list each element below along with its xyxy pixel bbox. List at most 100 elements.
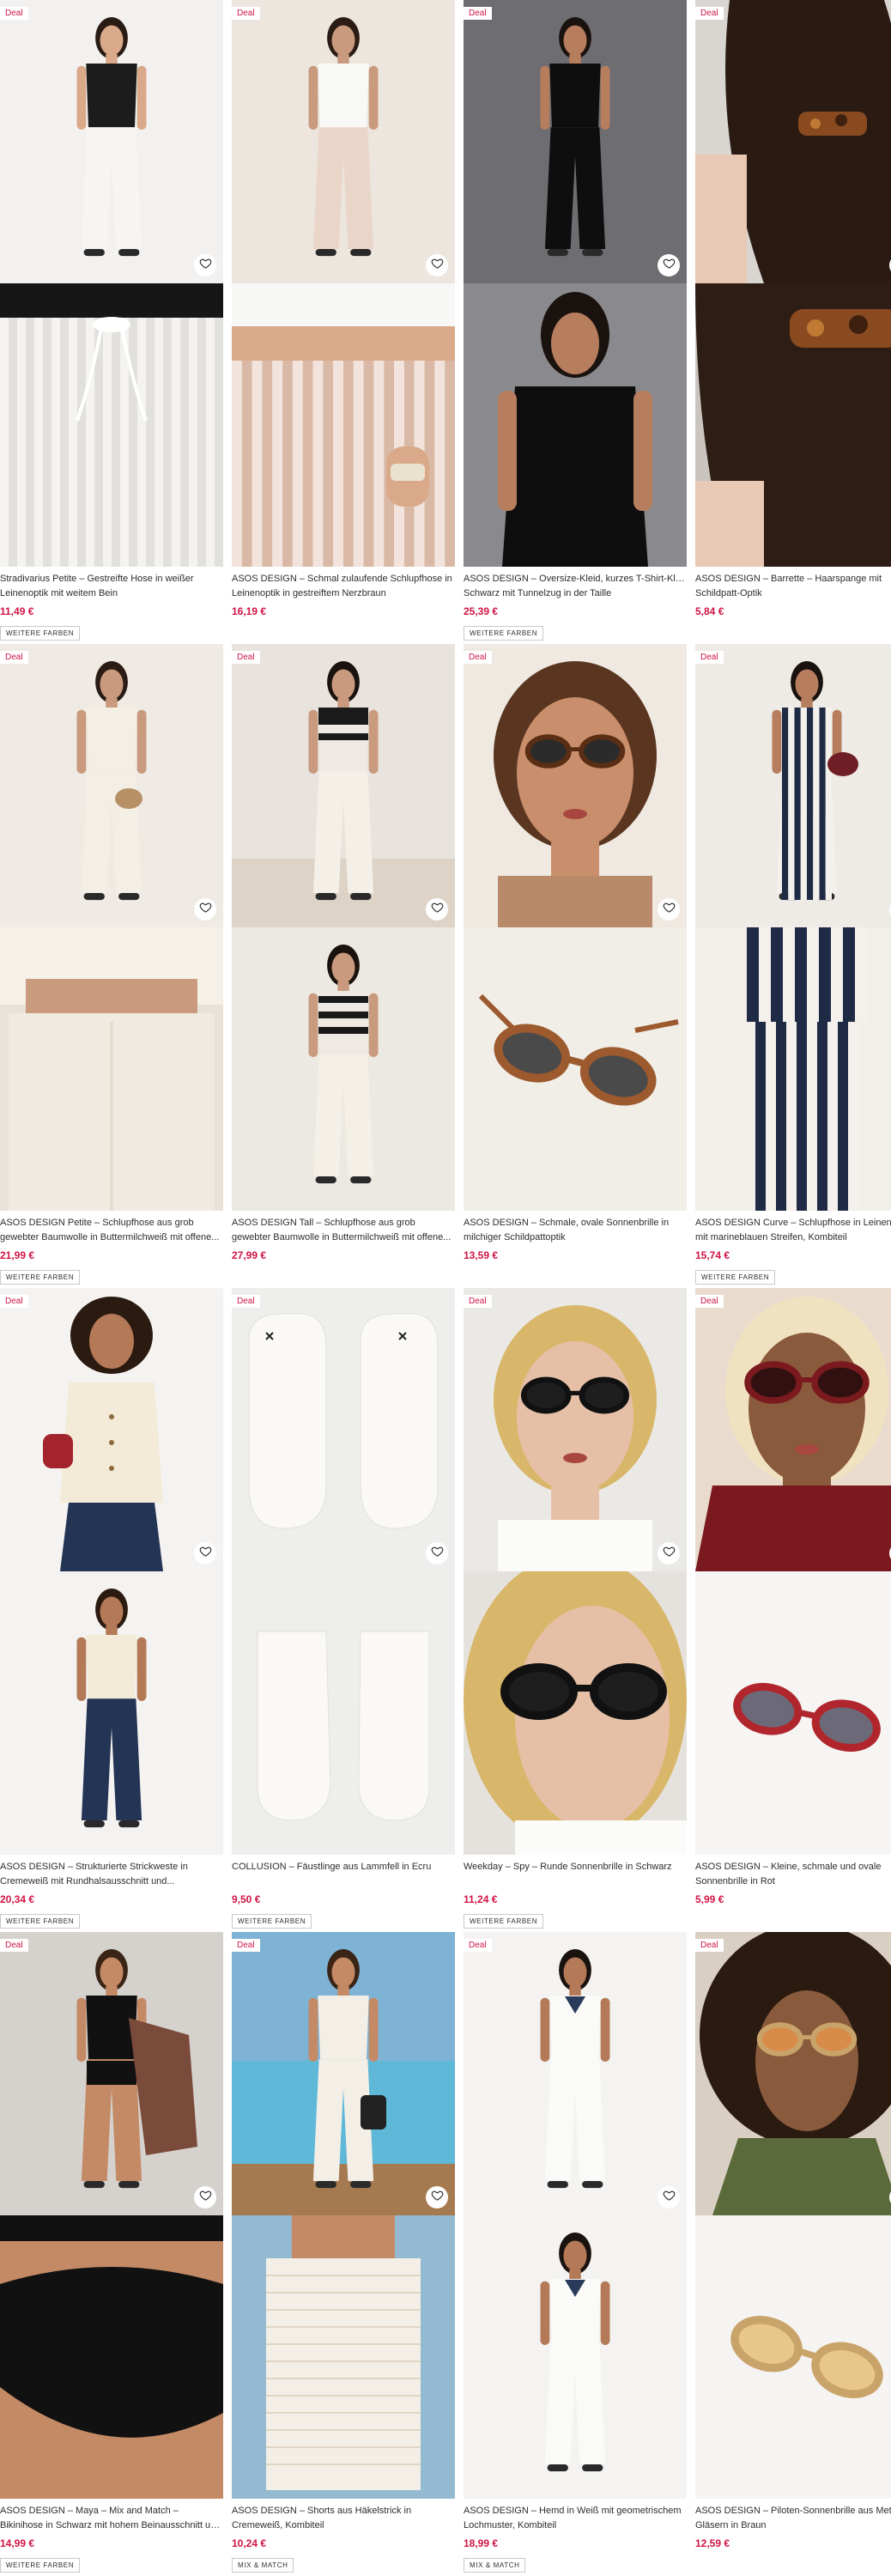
product-card[interactable]: Deal ASOS DESIGN – Schmale, ovale Sonnen… [464, 644, 687, 1288]
product-image-secondary[interactable] [232, 2215, 455, 2499]
product-image-secondary[interactable] [695, 2215, 891, 2499]
product-tag-button[interactable]: WEITERE FARBEN [0, 626, 81, 641]
product-title[interactable]: ASOS DESIGN – Barrette – Haarspange mit … [695, 572, 891, 601]
product-card[interactable]: Deal ASOS DESIGN – Oversize-Kleid, kurze… [464, 0, 687, 644]
product-image-primary[interactable]: Deal [232, 1288, 455, 1571]
product-image-primary[interactable]: Deal [0, 644, 223, 927]
product-image-secondary[interactable] [464, 2215, 687, 2499]
product-image-primary[interactable]: Deal [464, 1288, 687, 1571]
save-for-later-button[interactable] [194, 1542, 216, 1564]
product-tag-button[interactable]: WEITERE FARBEN [695, 1270, 776, 1285]
save-for-later-button[interactable] [658, 2186, 680, 2208]
save-for-later-button[interactable] [426, 254, 448, 276]
product-title[interactable]: ASOS DESIGN – Oversize-Kleid, kurzes T-S… [464, 572, 687, 601]
product-image-primary[interactable]: Deal [0, 0, 223, 283]
save-for-later-button[interactable] [426, 898, 448, 920]
product-title[interactable]: ASOS DESIGN – Piloten-Sonnenbrille aus M… [695, 2504, 891, 2533]
product-image-primary[interactable]: Deal [464, 644, 687, 927]
product-title-line: Cremeweiß mit Rundhalsausschnitt und... [0, 1876, 175, 1886]
product-image-secondary[interactable] [0, 1571, 223, 1855]
product-info: ASOS DESIGN Curve – Schlupfhose in Leine… [695, 1211, 891, 1285]
product-card[interactable]: Deal ASOS DESIGN – Shorts aus Häkelstric… [232, 1932, 455, 2576]
product-title[interactable]: Weekday – Spy – Runde Sonnenbrille in Sc… [464, 1860, 687, 1889]
tortoiseshell-sunglasses-image [464, 927, 687, 1211]
product-title[interactable]: ASOS DESIGN – Shorts aus Häkelstrick in … [232, 2504, 455, 2533]
save-for-later-button[interactable] [658, 898, 680, 920]
save-for-later-button[interactable] [194, 2186, 216, 2208]
product-card[interactable]: Deal ASOS DESIGN – Strukturierte Strickw… [0, 1288, 223, 1932]
product-image-primary[interactable]: Deal [0, 1288, 223, 1571]
product-price: 11,24 € [464, 1893, 498, 1905]
product-card[interactable]: Deal ASOS DESIGN – Schmal zulaufende Sch… [232, 0, 455, 644]
save-for-later-button[interactable] [426, 2186, 448, 2208]
product-image-primary[interactable]: Deal [0, 1932, 223, 2215]
product-card[interactable]: Deal ASOS DESIGN Curve – Schlupfhose in … [695, 644, 891, 1288]
product-title[interactable]: ASOS DESIGN – Hemd in Weiß mit geometris… [464, 2504, 687, 2533]
save-for-later-button[interactable] [658, 1542, 680, 1564]
product-card[interactable]: Deal ASOS DESIGN – Piloten-Sonnenbrille … [695, 1932, 891, 2576]
product-title[interactable]: ASOS DESIGN – Schmal zulaufende Schlupfh… [232, 572, 455, 601]
save-for-later-button[interactable] [194, 898, 216, 920]
heart-icon [663, 2189, 676, 2206]
product-title[interactable]: ASOS DESIGN Tall – Schlupfhose aus grob … [232, 1216, 455, 1245]
product-image-secondary[interactable] [464, 1571, 687, 1855]
product-tag-button[interactable]: WEITERE FARBEN [0, 2558, 81, 2573]
product-tag-button[interactable]: MIX & MATCH [232, 2558, 294, 2573]
product-tag-button[interactable]: WEITERE FARBEN [464, 1914, 544, 1929]
product-image-secondary[interactable] [0, 927, 223, 1211]
product-image-primary[interactable]: Deal [695, 1932, 891, 2215]
product-card[interactable]: Deal ASOS DESIGN – Maya – Mix and Match … [0, 1932, 223, 2576]
product-card[interactable]: Deal ASOS DESIGN Tall – Schlupfhose aus … [232, 644, 455, 1288]
product-card[interactable]: Deal ASOS DESIGN – Hemd in Weiß mit geom… [464, 1932, 687, 2576]
black-dress-closeup-image [464, 283, 687, 567]
save-for-later-button[interactable] [194, 254, 216, 276]
product-card[interactable]: Deal ASOS DESIGN – Kleine, schmale und o… [695, 1288, 891, 1932]
product-tag-button[interactable]: MIX & MATCH [464, 2558, 526, 2573]
save-for-later-button[interactable] [426, 1542, 448, 1564]
product-title[interactable]: Stradivarius Petite – Gestreifte Hose in… [0, 572, 223, 601]
product-image-secondary[interactable] [464, 283, 687, 567]
product-title[interactable]: ASOS DESIGN Petite – Schlupfhose aus gro… [0, 1216, 223, 1245]
mittens-back-image [232, 1571, 455, 1855]
product-image-secondary[interactable] [695, 927, 891, 1211]
product-title[interactable]: ASOS DESIGN – Maya – Mix and Match – Bik… [0, 2504, 223, 2533]
product-title[interactable]: ASOS DESIGN – Schmale, ovale Sonnenbrill… [464, 1216, 687, 1245]
product-image-primary[interactable]: Deal [695, 644, 891, 927]
product-image-secondary[interactable] [695, 1571, 891, 1855]
product-image-primary[interactable]: Deal [464, 0, 687, 283]
product-image-primary[interactable]: Deal [695, 0, 891, 283]
product-card[interactable]: Deal ASOS DESIGN Petite – Schlupfhose au… [0, 644, 223, 1288]
product-image-secondary[interactable] [0, 2215, 223, 2499]
product-tag-button[interactable]: WEITERE FARBEN [0, 1270, 81, 1285]
deal-badge: Deal [695, 651, 724, 664]
product-image-primary[interactable]: Deal [232, 1932, 455, 2215]
product-card[interactable]: Deal Stradivarius Petite – Gestreifte Ho… [0, 0, 223, 644]
product-image-primary[interactable]: Deal [232, 644, 455, 927]
product-image-primary[interactable]: Deal [232, 0, 455, 283]
product-tag-button[interactable]: WEITERE FARBEN [232, 1914, 312, 1929]
product-image-secondary[interactable] [0, 283, 223, 567]
product-image-secondary[interactable] [232, 927, 455, 1211]
product-title[interactable]: COLLUSION – Fäustlinge aus Lammfell in E… [232, 1860, 455, 1889]
navy-stripe-trousers-image [695, 927, 891, 1211]
product-title[interactable]: ASOS DESIGN – Strukturierte Strickweste … [0, 1860, 223, 1889]
product-title[interactable]: ASOS DESIGN – Kleine, schmale und ovale … [695, 1860, 891, 1889]
product-tag-button[interactable]: WEITERE FARBEN [0, 1914, 81, 1929]
product-image-secondary[interactable] [695, 283, 891, 567]
product-title[interactable]: ASOS DESIGN Curve – Schlupfhose in Leine… [695, 1216, 891, 1245]
woman-white-trousers-image [0, 0, 223, 283]
product-image-primary[interactable]: Deal [695, 1288, 891, 1571]
product-title-line: ASOS DESIGN – Hemd in Weiß mit geometris… [464, 2506, 682, 2516]
product-image-secondary[interactable] [232, 283, 455, 567]
product-title-line: ASOS DESIGN – Schmale, ovale Sonnenbrill… [464, 1218, 670, 1228]
product-card[interactable]: Deal Weekday – Spy – Runde Sonnenbrille … [464, 1288, 687, 1932]
product-image-secondary[interactable] [464, 927, 687, 1211]
product-image-secondary[interactable] [232, 1571, 455, 1855]
product-card[interactable]: Deal ASOS DESIGN – Barrette – Haarspange… [695, 0, 891, 644]
save-for-later-button[interactable] [658, 254, 680, 276]
product-tag-button[interactable]: WEITERE FARBEN [464, 626, 544, 641]
product-image-primary[interactable]: Deal [464, 1932, 687, 2215]
product-card[interactable]: Deal COLLUSION – Fäustlinge aus Lammfell… [232, 1288, 455, 1932]
product-info: ASOS DESIGN – Maya – Mix and Match – Bik… [0, 2499, 223, 2573]
bikini-bottom-closeup-image [0, 2215, 223, 2499]
